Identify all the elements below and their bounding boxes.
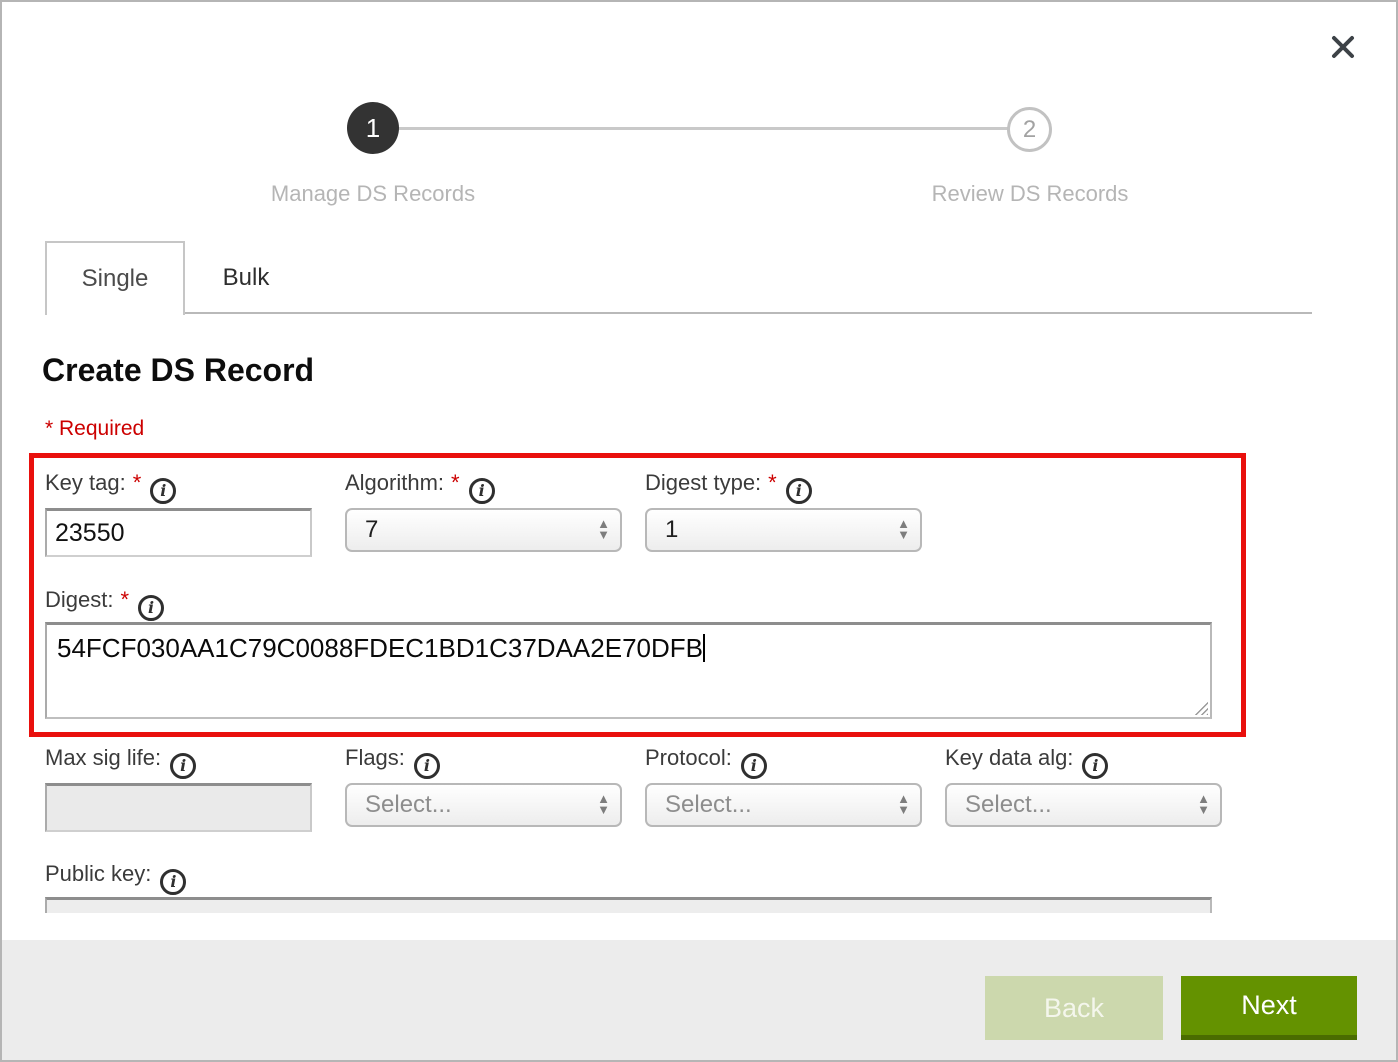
flags-label: Flags:i <box>345 745 440 779</box>
algorithm-label: Algorithm:*i <box>345 470 495 504</box>
info-icon[interactable]: i <box>1082 753 1108 779</box>
text-cursor <box>703 634 705 662</box>
select-stepper-icon: ▲▼ <box>597 519 610 541</box>
step-1-number: 1 <box>366 113 380 144</box>
required-star: * <box>768 470 777 495</box>
key-data-alg-select[interactable]: Select... ▲▼ <box>945 783 1222 827</box>
tab-single-label: Single <box>82 265 149 293</box>
create-ds-record-dialog: 1 2 Manage DS Records Review DS Records … <box>0 0 1398 1062</box>
protocol-label: Protocol:i <box>645 745 767 779</box>
tab-bulk-label: Bulk <box>223 264 270 292</box>
step-2-circle: 2 <box>1007 107 1052 152</box>
digest-type-select-value: 1 <box>665 516 920 544</box>
select-stepper-icon: ▲▼ <box>597 794 610 816</box>
info-icon[interactable]: i <box>160 869 186 895</box>
step-1-label: Manage DS Records <box>193 181 553 207</box>
page-title: Create DS Record <box>42 352 314 389</box>
required-star: * <box>120 587 129 612</box>
flags-select-value: Select... <box>365 791 620 819</box>
info-icon[interactable]: i <box>741 753 767 779</box>
digest-type-select[interactable]: 1 ▲▼ <box>645 508 922 552</box>
required-star: * <box>133 470 142 495</box>
max-sig-life-label: Max sig life:i <box>45 745 196 779</box>
step-2-number: 2 <box>1023 116 1036 144</box>
info-icon[interactable]: i <box>138 595 164 621</box>
resize-handle-icon[interactable] <box>1194 701 1208 715</box>
protocol-select[interactable]: Select... ▲▼ <box>645 783 922 827</box>
select-stepper-icon: ▲▼ <box>897 794 910 816</box>
protocol-select-value: Select... <box>665 791 920 819</box>
required-note: * Required <box>45 417 144 441</box>
digest-textarea[interactable]: 54FCF030AA1C79C0088FDEC1BD1C37DAA2E70DFB <box>45 622 1212 719</box>
select-stepper-icon: ▲▼ <box>897 519 910 541</box>
info-icon[interactable]: i <box>786 478 812 504</box>
next-button[interactable]: Next <box>1181 976 1357 1040</box>
info-icon[interactable]: i <box>469 478 495 504</box>
tab-bulk[interactable]: Bulk <box>185 243 307 313</box>
back-button[interactable]: Back <box>985 976 1163 1040</box>
tab-single[interactable]: Single <box>45 241 185 315</box>
info-icon[interactable]: i <box>170 753 196 779</box>
step-2-label: Review DS Records <box>850 181 1210 207</box>
algorithm-select-value: 7 <box>365 516 620 544</box>
public-key-textarea[interactable] <box>45 897 1212 913</box>
key-data-alg-select-value: Select... <box>965 791 1220 819</box>
select-stepper-icon: ▲▼ <box>1197 794 1210 816</box>
key-tag-label: Key tag:*i <box>45 470 176 504</box>
key-tag-input[interactable] <box>45 508 312 557</box>
required-star: * <box>451 470 460 495</box>
flags-select[interactable]: Select... ▲▼ <box>345 783 622 827</box>
step-connector-line <box>384 127 1022 130</box>
key-data-alg-label: Key data alg:i <box>945 745 1108 779</box>
algorithm-select[interactable]: 7 ▲▼ <box>345 508 622 552</box>
close-icon[interactable] <box>1328 32 1358 62</box>
digest-type-label: Digest type:*i <box>645 470 812 504</box>
info-icon[interactable]: i <box>414 753 440 779</box>
step-1-circle: 1 <box>347 102 399 154</box>
digest-label: Digest:*i <box>45 587 164 621</box>
max-sig-life-input[interactable] <box>45 783 312 832</box>
public-key-label: Public key:i <box>45 861 186 895</box>
info-icon[interactable]: i <box>150 478 176 504</box>
digest-value: 54FCF030AA1C79C0088FDEC1BD1C37DAA2E70DFB <box>57 633 703 663</box>
